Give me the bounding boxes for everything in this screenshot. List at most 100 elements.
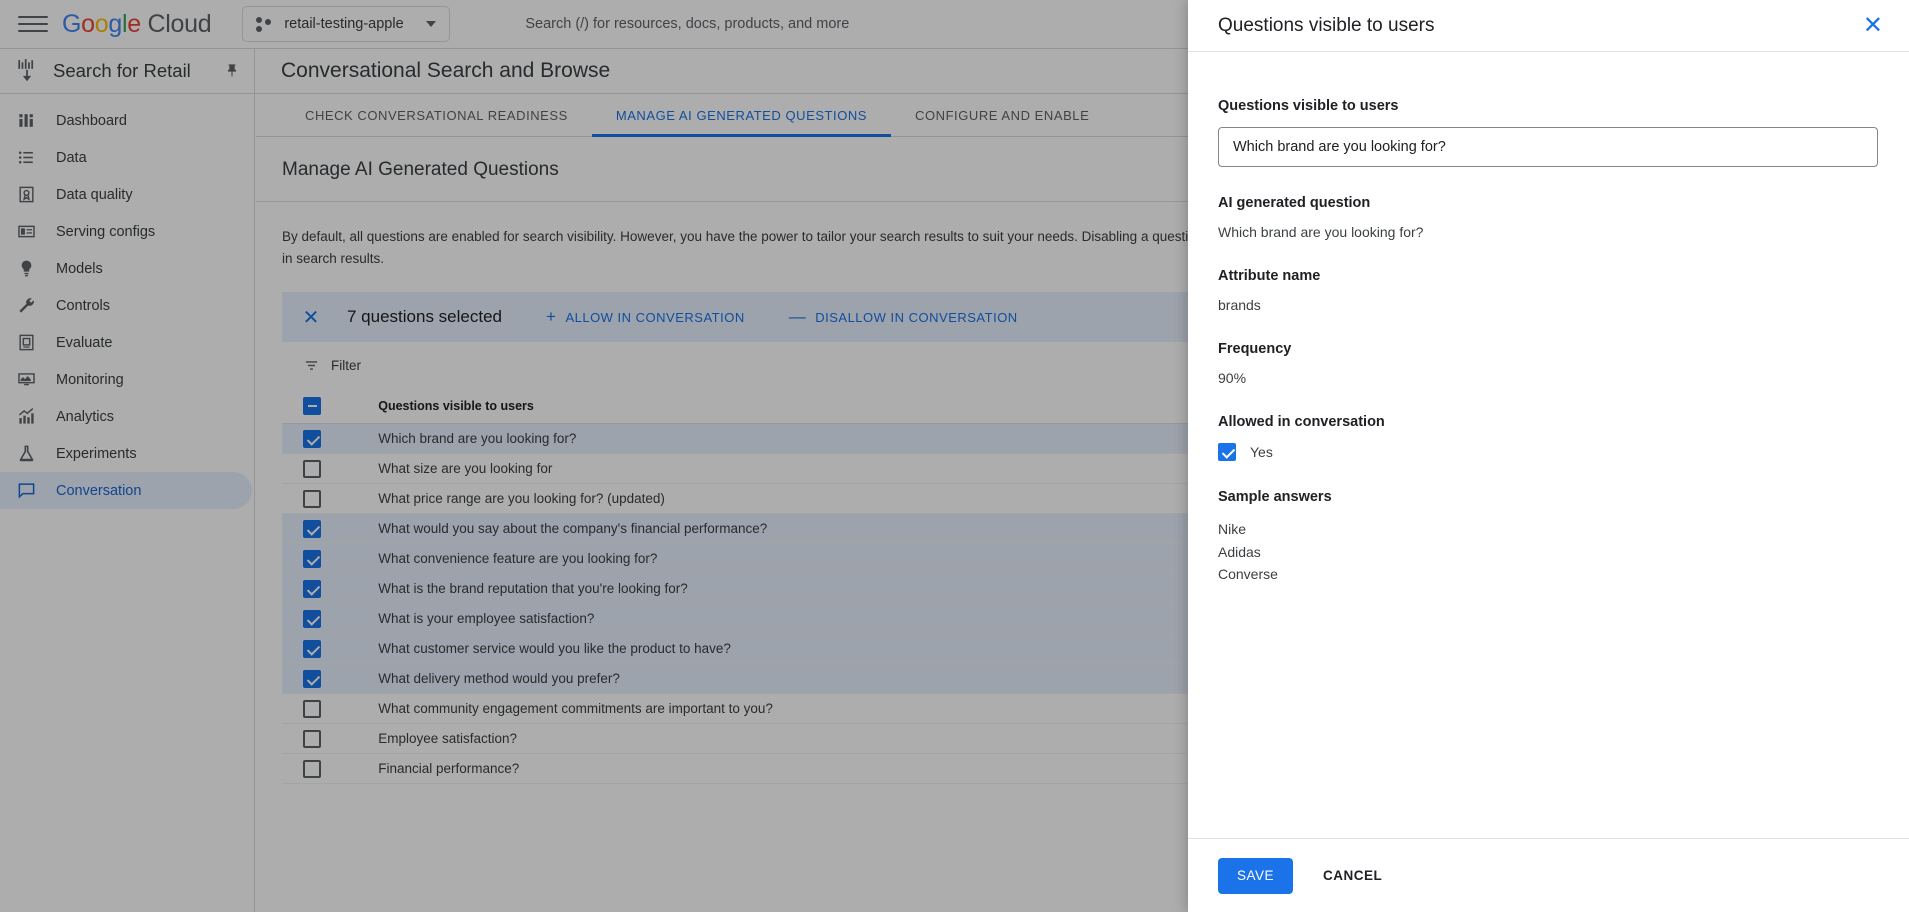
sidebar-item-label: Experiments [56,446,137,462]
cell-question: What is your employee satisfaction? [378,604,1211,634]
sidebar-item-label: Models [56,261,103,277]
tab-configure-and-enable[interactable]: CONFIGURE AND ENABLE [891,94,1113,136]
allow-in-conversation-button[interactable]: + ALLOW IN CONVERSATION [546,307,745,327]
row-checkbox[interactable] [303,670,321,688]
allowed-in-conversation-block: Allowed in conversation Yes [1218,414,1879,461]
project-selector[interactable]: retail-testing-apple [242,6,450,42]
sidebar-item-label: Analytics [56,409,114,425]
allowed-label: Allowed in conversation [1218,414,1879,430]
chat-icon [14,479,38,503]
product-name: Search for Retail [53,60,191,82]
row-checkbox[interactable] [303,580,321,598]
project-name: retail-testing-apple [284,16,403,32]
sidebar-item-dashboard[interactable]: Dashboard [0,102,254,139]
save-button[interactable]: SAVE [1218,858,1293,894]
column-header-questions[interactable]: Questions visible to users [378,389,1211,424]
disallow-in-conversation-button[interactable]: — DISALLOW IN CONVERSATION [789,307,1018,327]
panel-header: Questions visible to users ✕ [1188,0,1909,52]
sidebar-item-label: Data [56,150,87,166]
attribute-label: Attribute name [1218,268,1879,284]
row-checkbox[interactable] [303,490,321,508]
sample-answers-block: Sample answers Nike Adidas Converse [1218,489,1879,586]
cell-question: What size are you looking for [378,454,1211,484]
ai-question-value: Which brand are you looking for? [1218,224,1879,240]
plus-icon: + [546,307,556,327]
sample-answers-label: Sample answers [1218,489,1879,505]
attribute-block: Attribute name brands [1218,268,1879,313]
evaluate-icon [14,331,38,355]
cell-question: What is the brand reputation that you're… [378,574,1211,604]
wrench-icon [14,294,38,318]
sidebar-item-models[interactable]: Models [0,250,254,287]
sidebar-item-experiments[interactable]: Experiments [0,435,254,472]
sidebar-item-label: Serving configs [56,224,155,240]
sidebar-item-label: Data quality [56,187,133,203]
panel-title: Questions visible to users [1218,15,1435,37]
sidebar-item-label: Evaluate [56,335,112,351]
row-checkbox[interactable] [303,460,321,478]
row-checkbox[interactable] [303,550,321,568]
row-checkbox[interactable] [303,520,321,538]
row-checkbox[interactable] [303,700,321,718]
google-cloud-logo[interactable]: Google Cloud [62,10,211,39]
row-checkbox[interactable] [303,430,321,448]
search-for-retail-icon [14,58,42,84]
panel-body: Questions visible to users AI generated … [1188,52,1909,838]
sidebar-item-analytics[interactable]: Analytics [0,398,254,435]
cell-question: What price range are you looking for? (u… [378,484,1211,514]
frequency-value: 90% [1218,370,1879,386]
row-checkbox[interactable] [303,640,321,658]
cancel-button[interactable]: CANCEL [1307,858,1398,894]
chevron-down-icon [426,21,436,27]
select-all-checkbox[interactable] [303,397,321,415]
question-field-label: Questions visible to users [1218,98,1879,114]
tab-manage-ai-generated-questions[interactable]: MANAGE AI GENERATED QUESTIONS [592,94,891,136]
cell-question: Which brand are you looking for? [378,424,1211,454]
hamburger-icon[interactable] [18,13,48,35]
question-details-panel: Questions visible to users ✕ Questions v… [1188,0,1909,912]
sidebar-nav: Dashboard Data Data quality Serving conf… [0,94,255,912]
ai-question-block: AI generated question Which brand are yo… [1218,195,1879,240]
question-input[interactable] [1218,127,1878,167]
close-icon[interactable]: ✕ [1863,14,1883,38]
sidebar-item-controls[interactable]: Controls [0,287,254,324]
filter-icon [303,357,320,374]
page-title: Conversational Search and Browse [281,59,610,83]
row-checkbox[interactable] [303,730,321,748]
cell-question: What customer service would you like the… [378,634,1211,664]
logo-cloud-text: Cloud [148,10,212,38]
sidebar-item-conversation[interactable]: Conversation [0,472,252,509]
ai-question-label: AI generated question [1218,195,1879,211]
cell-question: What would you say about the company's f… [378,514,1211,544]
cell-question: What community engagement commitments ar… [378,694,1211,724]
sample-answer-item: Converse [1218,563,1879,586]
frequency-label: Frequency [1218,341,1879,357]
allowed-checkbox[interactable] [1218,443,1236,461]
pin-icon[interactable] [224,63,240,79]
cell-question: Financial performance? [378,754,1211,784]
sidebar-item-evaluate[interactable]: Evaluate [0,324,254,361]
tab-check-conversational-readiness[interactable]: CHECK CONVERSATIONAL READINESS [281,94,592,136]
flask-icon [14,442,38,466]
sidebar-item-data[interactable]: Data [0,139,254,176]
sample-answer-item: Adidas [1218,541,1879,564]
sidebar-item-label: Monitoring [56,372,124,388]
select-all-cell [282,389,378,424]
close-icon[interactable]: ✕ [299,305,323,330]
sidebar-item-monitoring[interactable]: Monitoring [0,361,254,398]
selection-count-label: 7 questions selected [347,307,502,327]
project-icon [256,17,273,32]
cell-question: Employee satisfaction? [378,724,1211,754]
sidebar-item-serving-configs[interactable]: Serving configs [0,213,254,250]
dashboard-icon [14,109,38,133]
layout-icon [14,220,38,244]
sidebar-item-label: Dashboard [56,113,127,129]
row-checkbox[interactable] [303,760,321,778]
sidebar-item-data-quality[interactable]: Data quality [0,176,254,213]
list-icon [14,146,38,170]
panel-footer: SAVE CANCEL [1188,838,1909,912]
disallow-in-conversation-label: DISALLOW IN CONVERSATION [815,310,1017,325]
sidebar-item-label: Conversation [56,483,141,499]
allowed-value-label: Yes [1250,444,1273,460]
row-checkbox[interactable] [303,610,321,628]
